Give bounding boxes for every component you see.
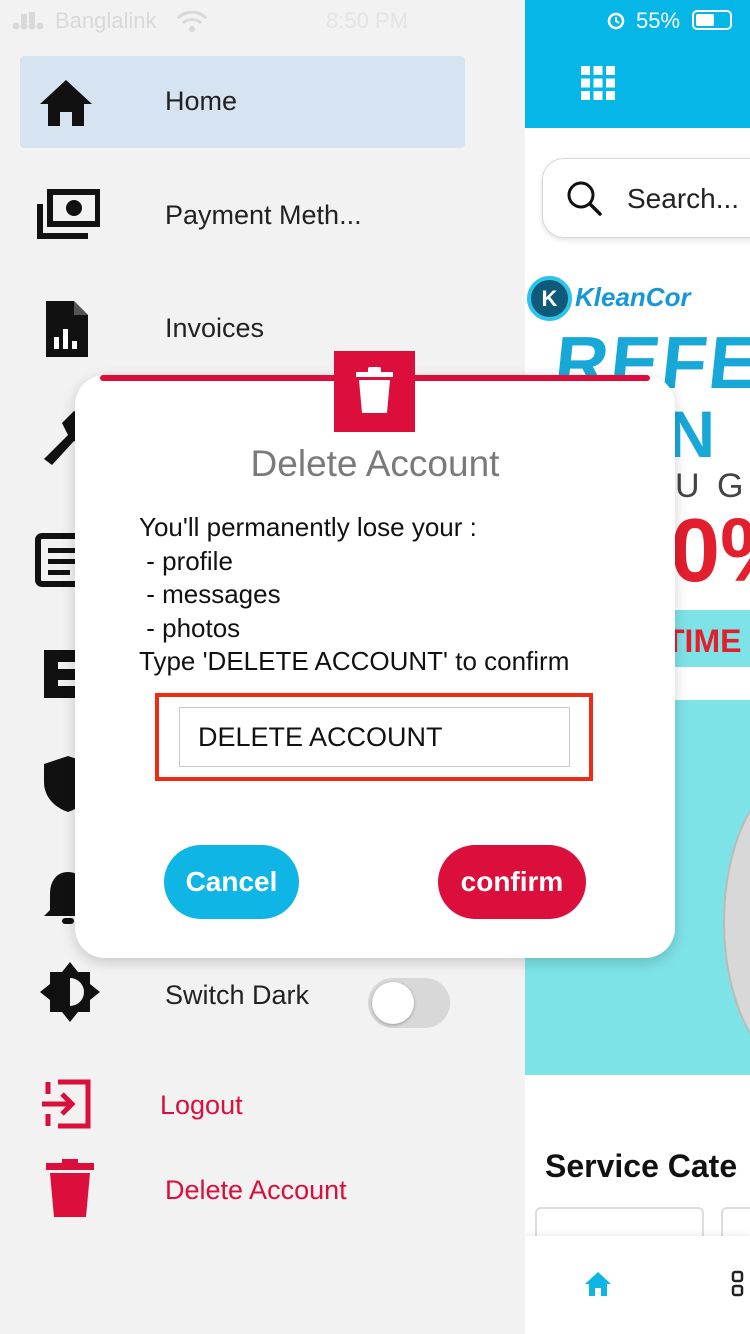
delete-account-dialog: Delete Account You'll permanently lose y… <box>75 351 675 958</box>
home-icon[interactable] <box>583 1269 613 1299</box>
menu-label-payment: Payment Meth... <box>165 200 362 230</box>
dialog-badge <box>334 351 415 432</box>
menu-item-delete-account[interactable]: Delete Account <box>20 1143 465 1235</box>
battery-percent: 55% <box>636 8 681 33</box>
grid-menu-icon[interactable] <box>581 66 615 100</box>
alarm-icon <box>607 12 625 30</box>
search-placeholder: Search... <box>627 183 740 214</box>
status-bar: Banglalink 8:50 PM 55% <box>0 0 750 42</box>
banner-strip-text: TIME A <box>665 623 750 659</box>
menu-item-payment-methods[interactable]: Payment Meth... <box>20 170 465 262</box>
menu-label-logout: Logout <box>160 1090 243 1120</box>
confirm-button[interactable]: confirm <box>438 845 586 919</box>
invoice-icon <box>46 301 88 357</box>
dialog-title: Delete Account <box>250 443 500 484</box>
bottom-nav <box>525 1236 750 1334</box>
menu-item-home[interactable]: Home <box>20 56 465 148</box>
wifi-icon <box>176 10 208 32</box>
battery-fill <box>696 14 714 26</box>
toggle-knob <box>372 982 414 1024</box>
cancel-button[interactable]: Cancel <box>164 845 299 919</box>
menu-label-switch-dark: Switch Dark <box>165 980 310 1010</box>
confirm-text-input[interactable] <box>179 707 570 767</box>
menu-label-home: Home <box>165 86 238 116</box>
task-list-icon[interactable] <box>731 1269 750 1299</box>
trash-icon <box>46 1159 94 1217</box>
banner-brand: KleanCor <box>575 282 691 312</box>
battery-icon <box>692 10 732 30</box>
money-icon <box>37 189 100 239</box>
banner-percent: 0% <box>670 501 750 601</box>
kleancor-logo: K <box>527 276 572 321</box>
menu-item-logout[interactable]: Logout <box>20 1058 465 1150</box>
status-time: 8:50 PM <box>326 8 408 33</box>
dialog-message: You'll permanently lose your : - profile… <box>139 512 570 676</box>
home-icon <box>40 80 92 126</box>
search-icon <box>567 181 602 216</box>
section-title: Service Cate <box>545 1148 738 1184</box>
carrier-name: Banglalink <box>55 8 157 33</box>
trash-icon <box>356 367 393 413</box>
logout-icon <box>42 1079 91 1129</box>
signal-icon <box>12 12 44 30</box>
brightness-icon <box>40 962 100 1022</box>
search-bar[interactable]: Search... <box>542 158 750 238</box>
dark-mode-toggle[interactable] <box>368 978 450 1028</box>
menu-label-invoices: Invoices <box>165 313 265 343</box>
menu-label-delete-account: Delete Account <box>165 1175 347 1205</box>
